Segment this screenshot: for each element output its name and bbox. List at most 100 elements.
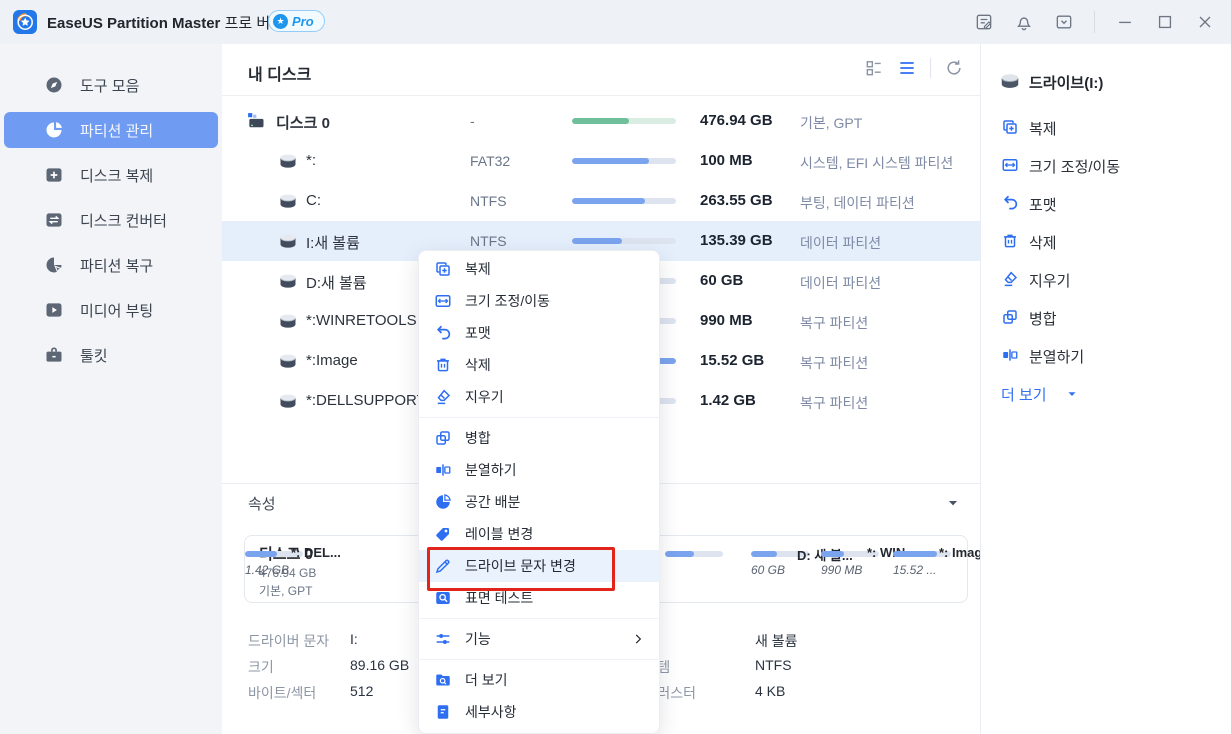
sidebar-item-bootable-media[interactable]: 미디어 부팅 xyxy=(4,292,218,328)
titlebar: EaseUS Partition Master 프로 버전 ★ Pro xyxy=(0,0,1231,45)
panel-more-link[interactable]: 더 보기 xyxy=(981,374,1231,412)
menu-item-label: 레이블 변경 xyxy=(465,524,533,544)
partition-card-winretools[interactable]: *: WIN... 990 MB xyxy=(821,545,887,577)
magnifier-icon xyxy=(434,589,452,607)
sidebar-item-label: 파티션 복구 xyxy=(80,255,153,276)
sidebar-item-label: 디스크 복제 xyxy=(80,165,153,186)
drive-header: 드라이브(I:) xyxy=(981,68,1231,108)
panel-item-split[interactable]: 분열하기 xyxy=(981,336,1231,374)
pro-badge: ★ Pro xyxy=(268,10,325,32)
row-filesystem: FAT32 xyxy=(470,153,510,169)
partition-card-size: 15.52 ... xyxy=(893,563,959,577)
menu-item-surface-test[interactable]: 표면 테스트 xyxy=(419,582,659,614)
updates-dropdown-icon[interactable] xyxy=(1054,12,1074,32)
more-caret-icon xyxy=(1066,388,1078,400)
menu-item-features[interactable]: 기능 xyxy=(419,623,659,655)
app-window: EaseUS Partition Master 프로 버전 ★ Pro 도구 모… xyxy=(0,0,1231,734)
maximize-icon[interactable] xyxy=(1155,12,1175,32)
panel-item-merge[interactable]: 병합 xyxy=(981,298,1231,336)
partition-card-hidden-2[interactable] xyxy=(665,545,731,563)
panel-item-wipe[interactable]: 지우기 xyxy=(981,260,1231,298)
menu-item-change-drive-letter[interactable]: 드라이브 문자 변경 xyxy=(419,550,659,582)
sidebar-item-disk-converter[interactable]: 디스크 컨버터 xyxy=(4,202,218,238)
collapse-caret-icon[interactable] xyxy=(946,496,960,510)
menu-item-format[interactable]: 포맷 xyxy=(419,317,659,349)
field-bytes-sector-value: 512 xyxy=(350,683,373,699)
row-size: 100 MB xyxy=(700,152,753,169)
menu-item-details[interactable]: 세부사항 xyxy=(419,696,659,728)
menu-item-change-label[interactable]: 레이블 변경 xyxy=(419,518,659,550)
refresh-icon[interactable] xyxy=(944,58,964,78)
panel-item-format[interactable]: 포맷 xyxy=(981,184,1231,222)
table-row-disk0[interactable]: 디스크 0 - 476.94 GB 기본, GPT xyxy=(222,101,980,141)
close-icon[interactable] xyxy=(1195,12,1215,32)
row-size: 1.42 GB xyxy=(700,392,756,409)
menu-item-allocate-space[interactable]: 공간 배분 xyxy=(419,486,659,518)
app-logo-icon xyxy=(13,10,37,34)
row-filesystem: - xyxy=(470,113,475,129)
sidebar-item-partition-manager[interactable]: 파티션 관리 xyxy=(4,112,218,148)
sidebar-item-label: 툴킷 xyxy=(80,345,108,366)
disk-convert-icon xyxy=(44,210,64,230)
panel-item-resize-move[interactable]: 크기 조정/이동 xyxy=(981,146,1231,184)
row-type: 기본, GPT xyxy=(800,113,862,133)
volume-icon xyxy=(278,191,298,211)
pie-chart-icon xyxy=(44,120,64,140)
menu-item-wipe[interactable]: 지우기 xyxy=(419,381,659,413)
sidebar-item-label: 도구 모음 xyxy=(80,75,139,96)
partition-card-dellsupport[interactable]: *: DEL... 1.42 GB xyxy=(245,545,311,577)
volume-icon xyxy=(278,351,298,371)
menu-item-resize-move[interactable]: 크기 조정/이동 xyxy=(419,285,659,317)
eraser-icon xyxy=(434,388,452,406)
sliders-icon xyxy=(434,630,452,648)
panel-item-label: 삭제 xyxy=(1029,232,1057,253)
list-view-icon[interactable] xyxy=(897,58,917,78)
menu-item-merge[interactable]: 병합 xyxy=(419,422,659,454)
menu-item-label: 삭제 xyxy=(465,355,491,375)
table-row-efi[interactable]: *: FAT32 100 MB 시스템, EFI 시스템 파티션 xyxy=(222,141,980,181)
volume-icon xyxy=(278,391,298,411)
field-size-value: 89.16 GB xyxy=(350,657,409,673)
menu-item-view-more[interactable]: 더 보기 xyxy=(419,664,659,696)
minimize-icon[interactable] xyxy=(1115,12,1135,32)
sidebar-item-partition-recovery[interactable]: 파티션 복구 xyxy=(4,247,218,283)
sidebar-item-label: 미디어 부팅 xyxy=(80,300,153,321)
partition-card-d[interactable]: D: 새 볼... 60 GB xyxy=(751,545,817,577)
row-name: *:Image xyxy=(306,352,358,369)
row-name: *:WINRETOOLS xyxy=(306,312,417,329)
notification-bell-icon[interactable] xyxy=(1014,12,1034,32)
resize-icon xyxy=(434,292,452,310)
right-action-panel: 드라이브(I:) 복제 크기 조정/이동 포맷 삭제 지우기 병합 분열하기 xyxy=(980,44,1231,734)
menu-divider xyxy=(419,417,659,418)
partition-card-size: 60 GB xyxy=(751,563,817,577)
notes-icon[interactable] xyxy=(974,12,994,32)
partition-card-image[interactable]: *: Imag... 15.52 ... xyxy=(893,545,959,577)
merge-icon xyxy=(1001,308,1019,326)
sidebar-item-toolkit[interactable]: 툴킷 xyxy=(4,337,218,373)
menu-item-delete[interactable]: 삭제 xyxy=(419,349,659,381)
usage-bar xyxy=(572,198,676,204)
table-row-c[interactable]: C: NTFS 263.55 GB 부팅, 데이터 파티션 xyxy=(222,181,980,221)
panel-item-clone[interactable]: 복제 xyxy=(981,108,1231,146)
panel-item-delete[interactable]: 삭제 xyxy=(981,222,1231,260)
trash-icon xyxy=(434,356,452,374)
app-name: EaseUS Partition Master xyxy=(47,15,220,32)
row-name: C: xyxy=(306,192,321,209)
titlebar-controls xyxy=(974,0,1215,44)
volume-icon xyxy=(278,151,298,171)
view-divider xyxy=(930,58,931,78)
panel-item-label: 병합 xyxy=(1029,308,1057,329)
format-icon xyxy=(434,324,452,342)
menu-item-clone[interactable]: 복제 xyxy=(419,253,659,285)
sidebar-item-toolbox[interactable]: 도구 모음 xyxy=(4,67,218,103)
volume-icon xyxy=(278,311,298,331)
row-size: 15.52 GB xyxy=(700,352,764,369)
properties-title: 속성 xyxy=(248,493,276,514)
sidebar-item-disk-clone[interactable]: 디스크 복제 xyxy=(4,157,218,193)
grid-view-icon[interactable] xyxy=(864,58,884,78)
row-filesystem: NTFS xyxy=(470,193,507,209)
field-filesystem-value: NTFS xyxy=(755,657,792,673)
menu-item-split[interactable]: 분열하기 xyxy=(419,454,659,486)
row-type: 데이터 파티션 xyxy=(800,273,881,293)
titlebar-divider xyxy=(1094,11,1095,33)
